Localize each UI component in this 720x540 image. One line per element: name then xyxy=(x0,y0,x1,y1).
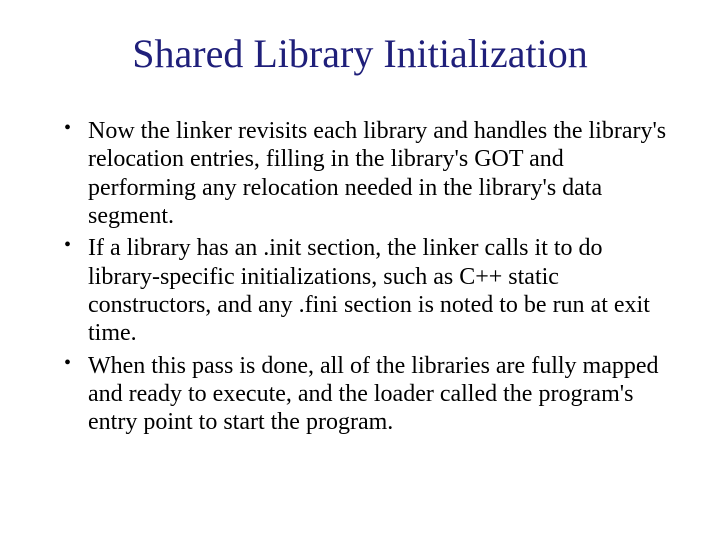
slide: Shared Library Initialization Now the li… xyxy=(0,0,720,540)
list-item: If a library has an .init section, the l… xyxy=(60,234,670,347)
list-item: Now the linker revisits each library and… xyxy=(60,117,670,230)
bullet-list: Now the linker revisits each library and… xyxy=(60,117,670,436)
slide-title: Shared Library Initialization xyxy=(50,30,670,77)
list-item: When this pass is done, all of the libra… xyxy=(60,352,670,437)
